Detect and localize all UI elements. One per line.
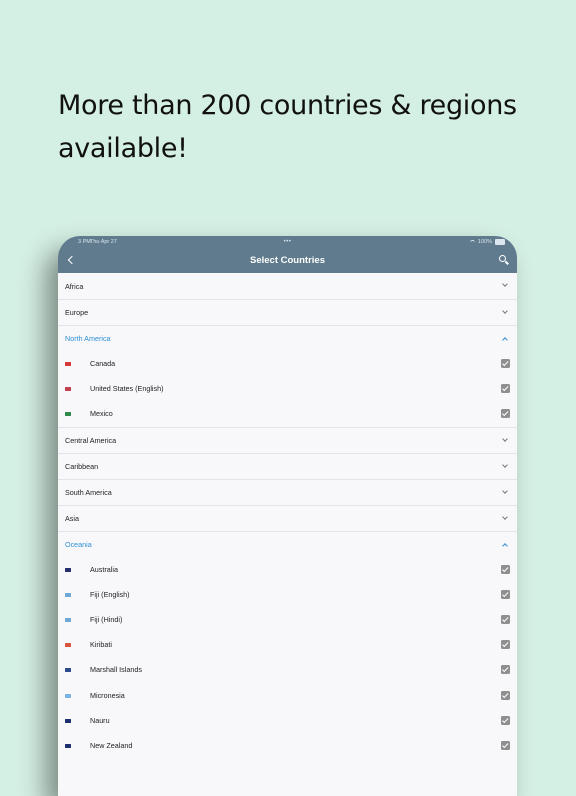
region-oceania[interactable]: Oceania [58, 530, 517, 557]
region-label: Europe [65, 308, 89, 317]
region-label: Africa [65, 281, 84, 291]
device-screen: 3 PM Thu Apr 27 ••• 100% Select Countrie… [58, 236, 517, 796]
flag-icon [65, 643, 71, 648]
chevron-down-icon [502, 513, 508, 520]
nav-bar: Select Countries [58, 248, 517, 273]
checkbox[interactable] [501, 640, 510, 650]
checkbox[interactable] [501, 665, 510, 675]
country-name: Fiji (Hindi) [90, 615, 123, 625]
battery-percent: 100% [477, 239, 492, 245]
flag-icon [65, 617, 71, 622]
checkbox[interactable] [501, 715, 510, 725]
checkbox[interactable] [501, 614, 510, 624]
region-label: South America [65, 487, 112, 497]
checkbox[interactable] [501, 564, 510, 574]
status-indicators: 100% [469, 236, 505, 248]
chevron-down-icon [502, 435, 508, 442]
wifi-icon [469, 239, 475, 245]
country-row-fiji-hindi[interactable]: Fiji (Hindi) [58, 607, 517, 632]
country-row-marshall-islands[interactable]: Marshall Islands [58, 657, 517, 682]
chevron-down-icon [502, 281, 508, 287]
flag-icon [65, 718, 71, 723]
region-north-america[interactable]: North America [58, 325, 517, 351]
flag-icon [65, 743, 71, 748]
battery-icon [495, 239, 505, 245]
chevron-down-icon [502, 461, 508, 468]
country-row-nauru[interactable]: Nauru [58, 708, 517, 733]
flag-icon [65, 362, 71, 366]
country-name: New Zealand [90, 740, 133, 750]
status-bar: 3 PM Thu Apr 27 ••• 100% [58, 236, 517, 248]
flag-icon [65, 693, 71, 698]
country-row-kiribati[interactable]: Kiribati [58, 632, 517, 657]
country-name: Micronesia [90, 690, 125, 700]
country-list[interactable]: Africa Europe North America Canada Unite… [58, 273, 517, 758]
checkbox[interactable] [501, 740, 510, 750]
country-name: Mexico [90, 409, 113, 419]
oceania-countries: Australia Fiji (English) Fiji (Hindi) Ki… [58, 557, 517, 759]
chevron-down-icon [502, 487, 508, 494]
country-row-micronesia[interactable]: Micronesia [58, 683, 517, 708]
region-label: Caribbean [65, 461, 99, 471]
region-asia[interactable]: Asia [58, 504, 517, 531]
region-europe[interactable]: Europe [58, 299, 517, 325]
country-name: Canada [90, 359, 116, 369]
headline: More than 200 countries & regions availa… [58, 90, 517, 164]
chevron-down-icon [502, 308, 508, 314]
flag-icon [65, 592, 71, 597]
country-name: United States (English) [90, 384, 164, 394]
checkbox[interactable] [501, 384, 510, 394]
country-row-new-zealand[interactable]: New Zealand [58, 733, 517, 758]
region-label: Asia [65, 513, 79, 523]
region-south-america[interactable]: South America [58, 478, 517, 505]
country-row-mexico[interactable]: Mexico [58, 401, 517, 426]
flag-icon [65, 567, 71, 572]
country-name: Kiribati [90, 640, 112, 650]
region-label: North America [65, 334, 111, 343]
checkbox[interactable] [501, 409, 510, 419]
country-row-australia[interactable]: Australia [58, 557, 517, 582]
checkbox[interactable] [501, 359, 510, 368]
region-label: Central America [65, 435, 117, 445]
flag-icon [65, 668, 71, 673]
country-name: Marshall Islands [90, 665, 142, 675]
region-central-america[interactable]: Central America [58, 426, 517, 453]
region-africa[interactable]: Africa [58, 273, 517, 299]
checkbox[interactable] [501, 690, 510, 700]
country-name: Nauru [90, 715, 110, 725]
country-name: Australia [90, 564, 118, 574]
country-row-united-states[interactable]: United States (English) [58, 376, 517, 401]
country-row-fiji-english[interactable]: Fiji (English) [58, 582, 517, 607]
page-title: Select Countries [250, 255, 325, 266]
checkbox[interactable] [501, 589, 510, 599]
search-icon[interactable] [497, 253, 511, 267]
flag-icon [65, 412, 71, 417]
chevron-up-icon [502, 542, 508, 549]
multitasking-dots[interactable]: ••• [58, 236, 517, 248]
flag-icon [65, 387, 71, 392]
chevron-up-icon [502, 337, 508, 343]
chevron-left-icon[interactable] [65, 253, 77, 267]
region-label: Oceania [65, 539, 92, 549]
country-row-canada[interactable]: Canada [58, 351, 517, 376]
region-caribbean[interactable]: Caribbean [58, 452, 517, 479]
north-america-countries: Canada United States (English) Mexico [58, 351, 517, 427]
country-name: Fiji (English) [90, 589, 130, 599]
